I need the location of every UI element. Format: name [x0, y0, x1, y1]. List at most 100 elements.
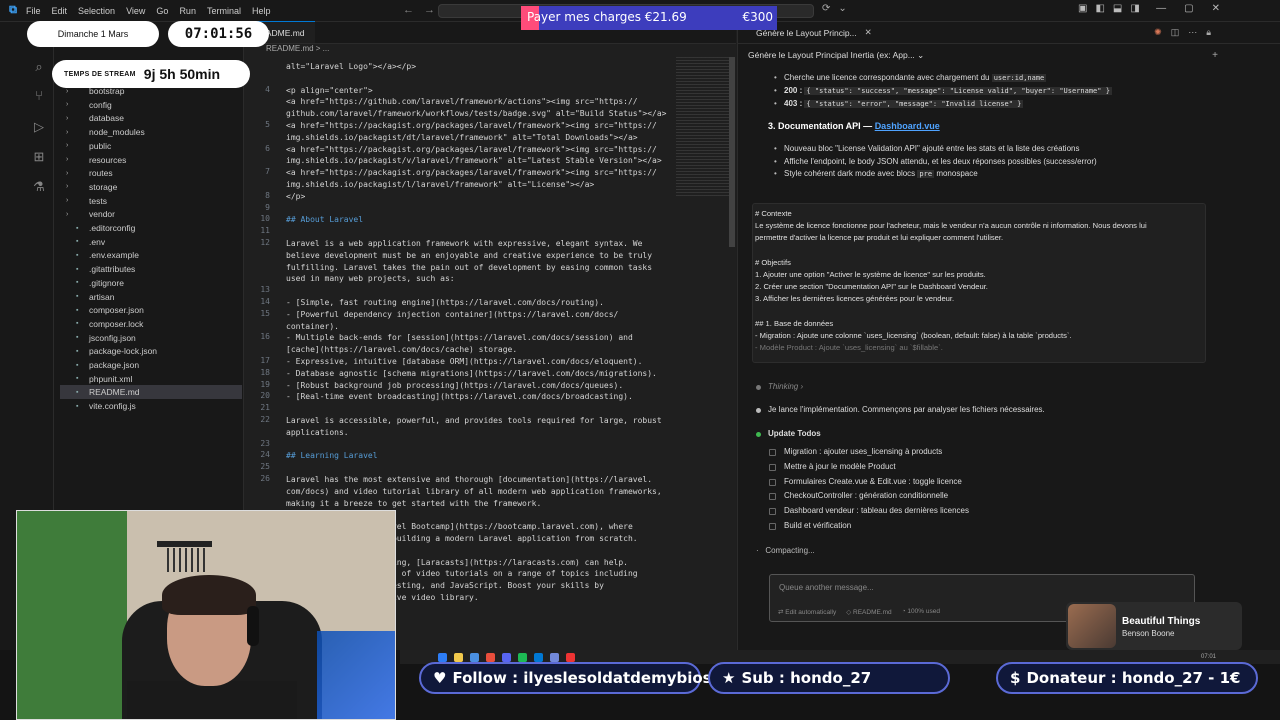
code-line[interactable]: <p align="center"> [286, 85, 676, 97]
app-icon[interactable] [550, 652, 559, 662]
file-phpunit-xml[interactable]: ▪ phpunit.xml [60, 372, 242, 386]
code-line[interactable]: - Database agnostic [schema migrations](… [286, 368, 676, 380]
code-line[interactable]: Laravel is a web application framework w… [286, 238, 676, 250]
code-line[interactable]: img.shields.io/packagist/l/laravel/frame… [286, 179, 676, 191]
file--gitattributes[interactable]: ▪ .gitattributes [60, 262, 242, 276]
folder-public[interactable]: › public [60, 139, 242, 153]
folder-vendor[interactable]: › vendor [60, 207, 242, 221]
code-line[interactable]: ## About Laravel [286, 214, 676, 226]
code-line[interactable]: believe development must be an enjoyable… [286, 250, 676, 262]
code-line[interactable]: ## Learning Laravel [286, 450, 676, 462]
file-package-json[interactable]: ▪ package.json [60, 358, 242, 372]
chrome-icon[interactable] [486, 652, 495, 662]
secondary-sidebar-icon[interactable]: ◨ [1130, 3, 1139, 14]
menu-item-terminal[interactable]: Terminal [207, 6, 241, 16]
claude-icon[interactable]: ✺ [1154, 27, 1162, 38]
dashboard-vue-link[interactable]: Dashboard.vue [875, 121, 940, 131]
folder-config[interactable]: › config [60, 98, 242, 112]
panel-toggle-icon[interactable]: ⬓ [1113, 3, 1122, 14]
code-line[interactable]: making it a breeze to get started with t… [286, 498, 676, 510]
menu-item-selection[interactable]: Selection [78, 6, 115, 16]
menu-item-file[interactable]: File [26, 6, 41, 16]
code-line[interactable]: fulfilling. Laravel takes the pain out o… [286, 262, 676, 274]
sidebar-toggle-icon[interactable]: ◧ [1095, 3, 1104, 14]
file--gitignore[interactable]: ▪ .gitignore [60, 276, 242, 290]
file-artisan[interactable]: ▪ artisan [60, 290, 242, 304]
code-line[interactable]: <a href="https://packagist.org/packages/… [286, 167, 676, 179]
code-line[interactable]: - Multiple back-ends for [session](https… [286, 332, 676, 344]
file--editorconfig[interactable]: ▪ .editorconfig [60, 221, 242, 235]
forward-arrow-icon[interactable]: → [424, 4, 435, 16]
code-line[interactable]: github.com/laravel/framework/workflows/t… [286, 108, 676, 120]
folder-database[interactable]: › database [60, 111, 242, 125]
menu-item-help[interactable]: Help [252, 6, 271, 16]
source-control-icon[interactable]: ⑂ [30, 86, 48, 104]
spotify-icon[interactable] [518, 652, 527, 662]
search-icon[interactable]: ⌕ [30, 58, 48, 76]
file-explorer-icon[interactable] [454, 652, 463, 662]
layout-icon[interactable]: ▣ [1078, 3, 1087, 14]
vscode-taskbar-icon[interactable] [534, 652, 543, 662]
minimize-icon[interactable]: — [1156, 3, 1166, 14]
minimap[interactable] [676, 57, 730, 197]
close-icon[interactable]: ✕ [865, 27, 872, 38]
file-vite-config-js[interactable]: ▪ vite.config.js [60, 399, 242, 413]
code-line[interactable]: alt="Laravel Logo"></a></p> [286, 61, 676, 73]
folder-routes[interactable]: › routes [60, 166, 242, 180]
thinking-label[interactable]: Thinking › [768, 382, 803, 391]
code-line[interactable]: applications. [286, 427, 676, 439]
run-debug-icon[interactable]: ▷ [30, 118, 48, 136]
chevron-down-icon[interactable]: ⌄ [838, 3, 846, 14]
code-line[interactable]: [cache](https://laravel.com/docs/cache) … [286, 344, 676, 356]
code-line[interactable]: <a href="https://packagist.org/packages/… [286, 120, 676, 132]
copilot-icon[interactable]: ⟳ [822, 3, 830, 14]
browser-icon[interactable] [470, 652, 479, 662]
file-composer-lock[interactable]: ▪ composer.lock [60, 317, 242, 331]
code-line[interactable]: </p> [286, 191, 676, 203]
new-chat-plus-icon[interactable]: + [1212, 50, 1218, 61]
extensions-icon[interactable]: ⊞ [30, 148, 48, 166]
file-composer-json[interactable]: ▪ composer.json [60, 303, 242, 317]
split-editor-icon[interactable]: ◫ [1171, 27, 1180, 38]
menu-item-view[interactable]: View [126, 6, 145, 16]
file-readme-md[interactable]: ▪ README.md [60, 385, 242, 400]
code-line[interactable]: - Expressive, intuitive [database ORM](h… [286, 356, 676, 368]
file-package-lock-json[interactable]: ▪ package-lock.json [60, 344, 242, 358]
maximize-icon[interactable]: ▢ [1184, 3, 1193, 14]
file--env-example[interactable]: ▪ .env.example [60, 248, 242, 262]
lock-icon[interactable]: 🔒︎ [1206, 27, 1211, 38]
edit-mode-toggle[interactable]: ⇄ Edit automatically [778, 608, 836, 616]
context-file-chip[interactable]: ◇ README.md [846, 608, 891, 616]
code-line[interactable]: - [Real-time event broadcasting](https:/… [286, 391, 676, 403]
code-line[interactable]: - [Robust background job processing](htt… [286, 380, 676, 392]
code-line[interactable]: <a href="https://packagist.org/packages/… [286, 144, 676, 156]
back-arrow-icon[interactable]: ← [403, 4, 414, 16]
discord-icon[interactable] [502, 652, 511, 662]
code-line[interactable]: Laravel has the most extensive and thoro… [286, 474, 676, 486]
code-line[interactable]: Laravel is accessible, powerful, and pro… [286, 415, 676, 427]
code-line[interactable]: - [Simple, fast routing engine](https://… [286, 297, 676, 309]
menu-item-go[interactable]: Go [156, 6, 168, 16]
windows-start-icon[interactable] [438, 652, 447, 662]
code-line[interactable]: com/docs) and video tutorial library of … [286, 486, 676, 498]
testing-icon[interactable]: ⚗ [30, 178, 48, 196]
code-line[interactable]: container). [286, 321, 676, 333]
folder-tests[interactable]: › tests [60, 194, 242, 208]
menu-item-run[interactable]: Run [179, 6, 196, 16]
folder-node-modules[interactable]: › node_modules [60, 125, 242, 139]
file-jsconfig-json[interactable]: ▪ jsconfig.json [60, 331, 242, 345]
code-line[interactable]: - [Powerful dependency injection contain… [286, 309, 676, 321]
more-icon[interactable]: ⋯ [1188, 27, 1197, 38]
code-line[interactable]: img.shields.io/packagist/v/laravel/frame… [286, 155, 676, 167]
chat-session-title[interactable]: Génère le Layout Principal Inertia (ex: … [748, 50, 924, 61]
editor-scrollbar[interactable] [729, 57, 735, 247]
code-line[interactable]: used in many web projects, such as: [286, 273, 676, 285]
folder-resources[interactable]: › resources [60, 153, 242, 167]
file--env[interactable]: ▪ .env [60, 235, 242, 249]
menu-item-edit[interactable]: Edit [52, 6, 68, 16]
code-line[interactable]: <a href="https://github.com/laravel/fram… [286, 96, 676, 108]
folder-storage[interactable]: › storage [60, 180, 242, 194]
code-line[interactable]: img.shields.io/packagist/dt/laravel/fram… [286, 132, 676, 144]
record-icon[interactable] [566, 652, 575, 662]
close-icon[interactable]: ✕ [1212, 3, 1220, 14]
